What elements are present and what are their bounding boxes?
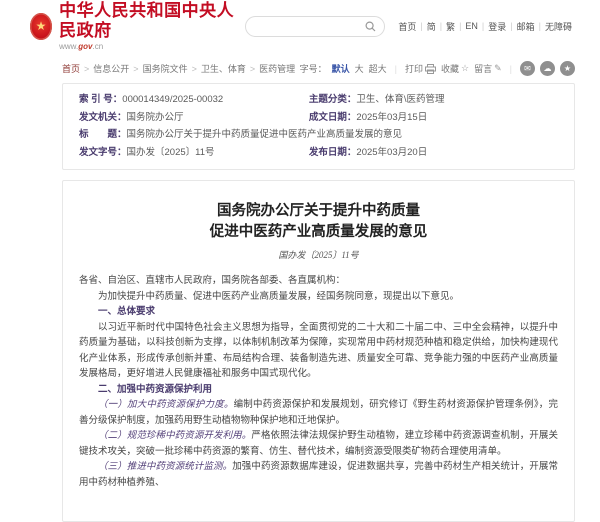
search-box[interactable] (245, 16, 385, 37)
info-label: 主题分类： (309, 94, 357, 105)
info-label: 索 引 号： (79, 94, 122, 105)
site-url-mid: gov (78, 42, 92, 51)
info-value: 国务院办公厅关于提升中药质量促进中医药产业高质量发展的意见 (127, 129, 403, 140)
share-wechat-icon[interactable]: ✉ (520, 61, 535, 76)
print-button[interactable]: 打印 (405, 62, 436, 75)
breadcrumb-info-disclosure[interactable]: 信息公开 (93, 62, 129, 75)
site-url-suffix: .cn (92, 42, 103, 51)
info-label: 发文机关： (79, 112, 127, 123)
info-publish-date: 发布日期：2025年03月20日 (309, 146, 558, 161)
info-issuing-agency: 发文机关：国务院办公厅 (79, 111, 309, 126)
logo-text: 中华人民共和国中央人民政府 www.gov.cn (59, 1, 245, 50)
font-size-label: 字号： (300, 62, 327, 75)
info-title: 标 题：国务院办公厅关于提升中药质量促进中医药产业高质量发展的意见 (79, 128, 558, 143)
breadcrumb-home[interactable]: 首页 (62, 62, 80, 75)
comment-button[interactable]: 留言 ✎ (474, 62, 502, 75)
breadcrumb-state-council-docs[interactable]: 国务院文件 (143, 62, 188, 75)
item-1-lead: （一）加大中药资源保护力度。 (98, 400, 234, 410)
section-1-paragraph: 以习近平新时代中国特色社会主义思想为指导，全面贯彻党的二十大和二十届二中、三中全… (79, 321, 558, 383)
nav-simplified[interactable]: 简 (427, 20, 436, 33)
section-2-heading: 二、加强中药资源保护利用 (79, 383, 558, 399)
nav-mail[interactable]: 邮箱 (517, 20, 535, 33)
site-logo[interactable]: ★ 中华人民共和国中央人民政府 www.gov.cn (30, 1, 245, 50)
top-nav: 首页 | 简 | 繁 | EN | 登录 | 邮箱 | 无障碍 (398, 20, 572, 33)
nav-home[interactable]: 首页 (398, 20, 416, 33)
nav-english[interactable]: EN (465, 21, 478, 31)
share-qzone-icon[interactable]: ★ (560, 61, 575, 76)
nav-traditional[interactable]: 繁 (446, 20, 455, 33)
national-emblem-icon: ★ (30, 13, 52, 40)
site-header: ★ 中华人民共和国中央人民政府 www.gov.cn 首页 | 简 | 繁 | … (0, 0, 600, 52)
document-title: 国务院办公厅关于提升中药质量 促进中医药产业高质量发展的意见 (79, 201, 558, 243)
star-icon: ☆ (461, 63, 469, 74)
breadcrumb-separator: > (250, 64, 255, 74)
document-title-line2: 促进中医药产业高质量发展的意见 (210, 224, 428, 240)
breadcrumb: 首页 > 信息公开 > 国务院文件 > 卫生、体育 > 医药管理 (62, 62, 295, 75)
page-tools: 字号： 默认 大 超大 | 打印 收藏 ☆ 留言 ✎ | ✉ ☁ ★ (300, 61, 575, 76)
share-weibo-icon[interactable]: ☁ (540, 61, 555, 76)
document-info-table: 索 引 号：000014349/2025-00032 主题分类：卫生、体育\医药… (62, 83, 575, 170)
document-text: 各省、自治区、直辖市人民政府，国务院各部委、各直属机构： 为加快提升中药质量、促… (79, 274, 558, 491)
tools-divider: | (395, 64, 397, 74)
comment-label: 留言 (474, 62, 492, 75)
breadcrumb-separator: > (192, 64, 197, 74)
info-label: 发布日期： (309, 147, 357, 158)
breadcrumb-separator: > (84, 64, 89, 74)
document-body-panel: 国务院办公厅关于提升中药质量 促进中医药产业高质量发展的意见 国办发〔2025〕… (62, 180, 575, 522)
main-column: 首页 > 信息公开 > 国务院文件 > 卫生、体育 > 医药管理 字号： 默认 … (62, 61, 575, 522)
font-size-default-button[interactable]: 默认 (332, 62, 350, 75)
tools-divider: | (510, 64, 512, 74)
info-written-date: 成文日期：2025年03月15日 (309, 111, 558, 126)
section-2-item-3: （三）推进中药资源统计监测。加强中药资源数据库建设，促进数据共享，完善中药材生产… (79, 460, 558, 491)
nav-divider: | (459, 21, 461, 31)
favorite-label: 收藏 (441, 62, 459, 75)
crumb-toolbar-row: 首页 > 信息公开 > 国务院文件 > 卫生、体育 > 医药管理 字号： 默认 … (62, 61, 575, 76)
site-url-prefix: www. (59, 42, 78, 51)
info-value: 2025年03月20日 (356, 147, 427, 158)
info-value: 000014349/2025-00032 (122, 94, 223, 105)
section-1-heading: 一、总体要求 (79, 305, 558, 321)
printer-icon (425, 64, 436, 74)
salutation-paragraph: 各省、自治区、直辖市人民政府，国务院各部委、各直属机构： (79, 274, 558, 290)
document-title-line1: 国务院办公厅关于提升中药质量 (217, 203, 420, 219)
info-document-number: 发文字号：国办发〔2025〕11号 (79, 146, 309, 161)
breadcrumb-health-sports[interactable]: 卫生、体育 (201, 62, 246, 75)
search-input[interactable] (254, 20, 365, 32)
info-value: 卫生、体育\医药管理 (356, 94, 444, 105)
document-number-subtitle: 国办发〔2025〕11号 (79, 248, 558, 261)
item-3-lead: （三）推进中药资源统计监测。 (98, 462, 232, 472)
info-label: 发文字号： (79, 147, 127, 158)
nav-divider: | (539, 21, 541, 31)
breadcrumb-pharma-admin[interactable]: 医药管理 (259, 62, 295, 75)
nav-divider: | (440, 21, 442, 31)
info-label: 标 题： (79, 129, 127, 140)
favorite-button[interactable]: 收藏 ☆ (441, 62, 469, 75)
nav-divider: | (482, 21, 484, 31)
search-icon[interactable] (365, 21, 376, 32)
info-label: 成文日期： (309, 112, 357, 123)
site-url: www.gov.cn (59, 42, 245, 51)
item-2-lead: （二）规范珍稀中药资源开发利用。 (98, 431, 251, 441)
intro-paragraph: 为加快提升中药质量、促进中医药产业高质量发展，经国务院同意，现提出以下意见。 (79, 290, 558, 306)
info-topic-category: 主题分类：卫生、体育\医药管理 (309, 93, 558, 108)
nav-divider: | (510, 21, 512, 31)
site-title: 中华人民共和国中央人民政府 (59, 1, 245, 40)
print-label: 打印 (405, 62, 423, 75)
breadcrumb-separator: > (133, 64, 138, 74)
font-size-large-button[interactable]: 大 (355, 62, 364, 75)
info-value: 国务院办公厅 (127, 112, 184, 123)
nav-divider: | (420, 21, 422, 31)
info-value: 2025年03月15日 (356, 112, 427, 123)
pencil-icon: ✎ (494, 63, 502, 74)
nav-accessibility[interactable]: 无障碍 (545, 20, 572, 33)
section-2-item-2: （二）规范珍稀中药资源开发利用。严格依照法律法规保护野生动植物，建立珍稀中药资源… (79, 429, 558, 460)
font-size-xlarge-button[interactable]: 超大 (369, 62, 387, 75)
nav-login[interactable]: 登录 (488, 20, 506, 33)
info-index-number: 索 引 号：000014349/2025-00032 (79, 93, 309, 108)
info-value: 国办发〔2025〕11号 (127, 147, 215, 158)
